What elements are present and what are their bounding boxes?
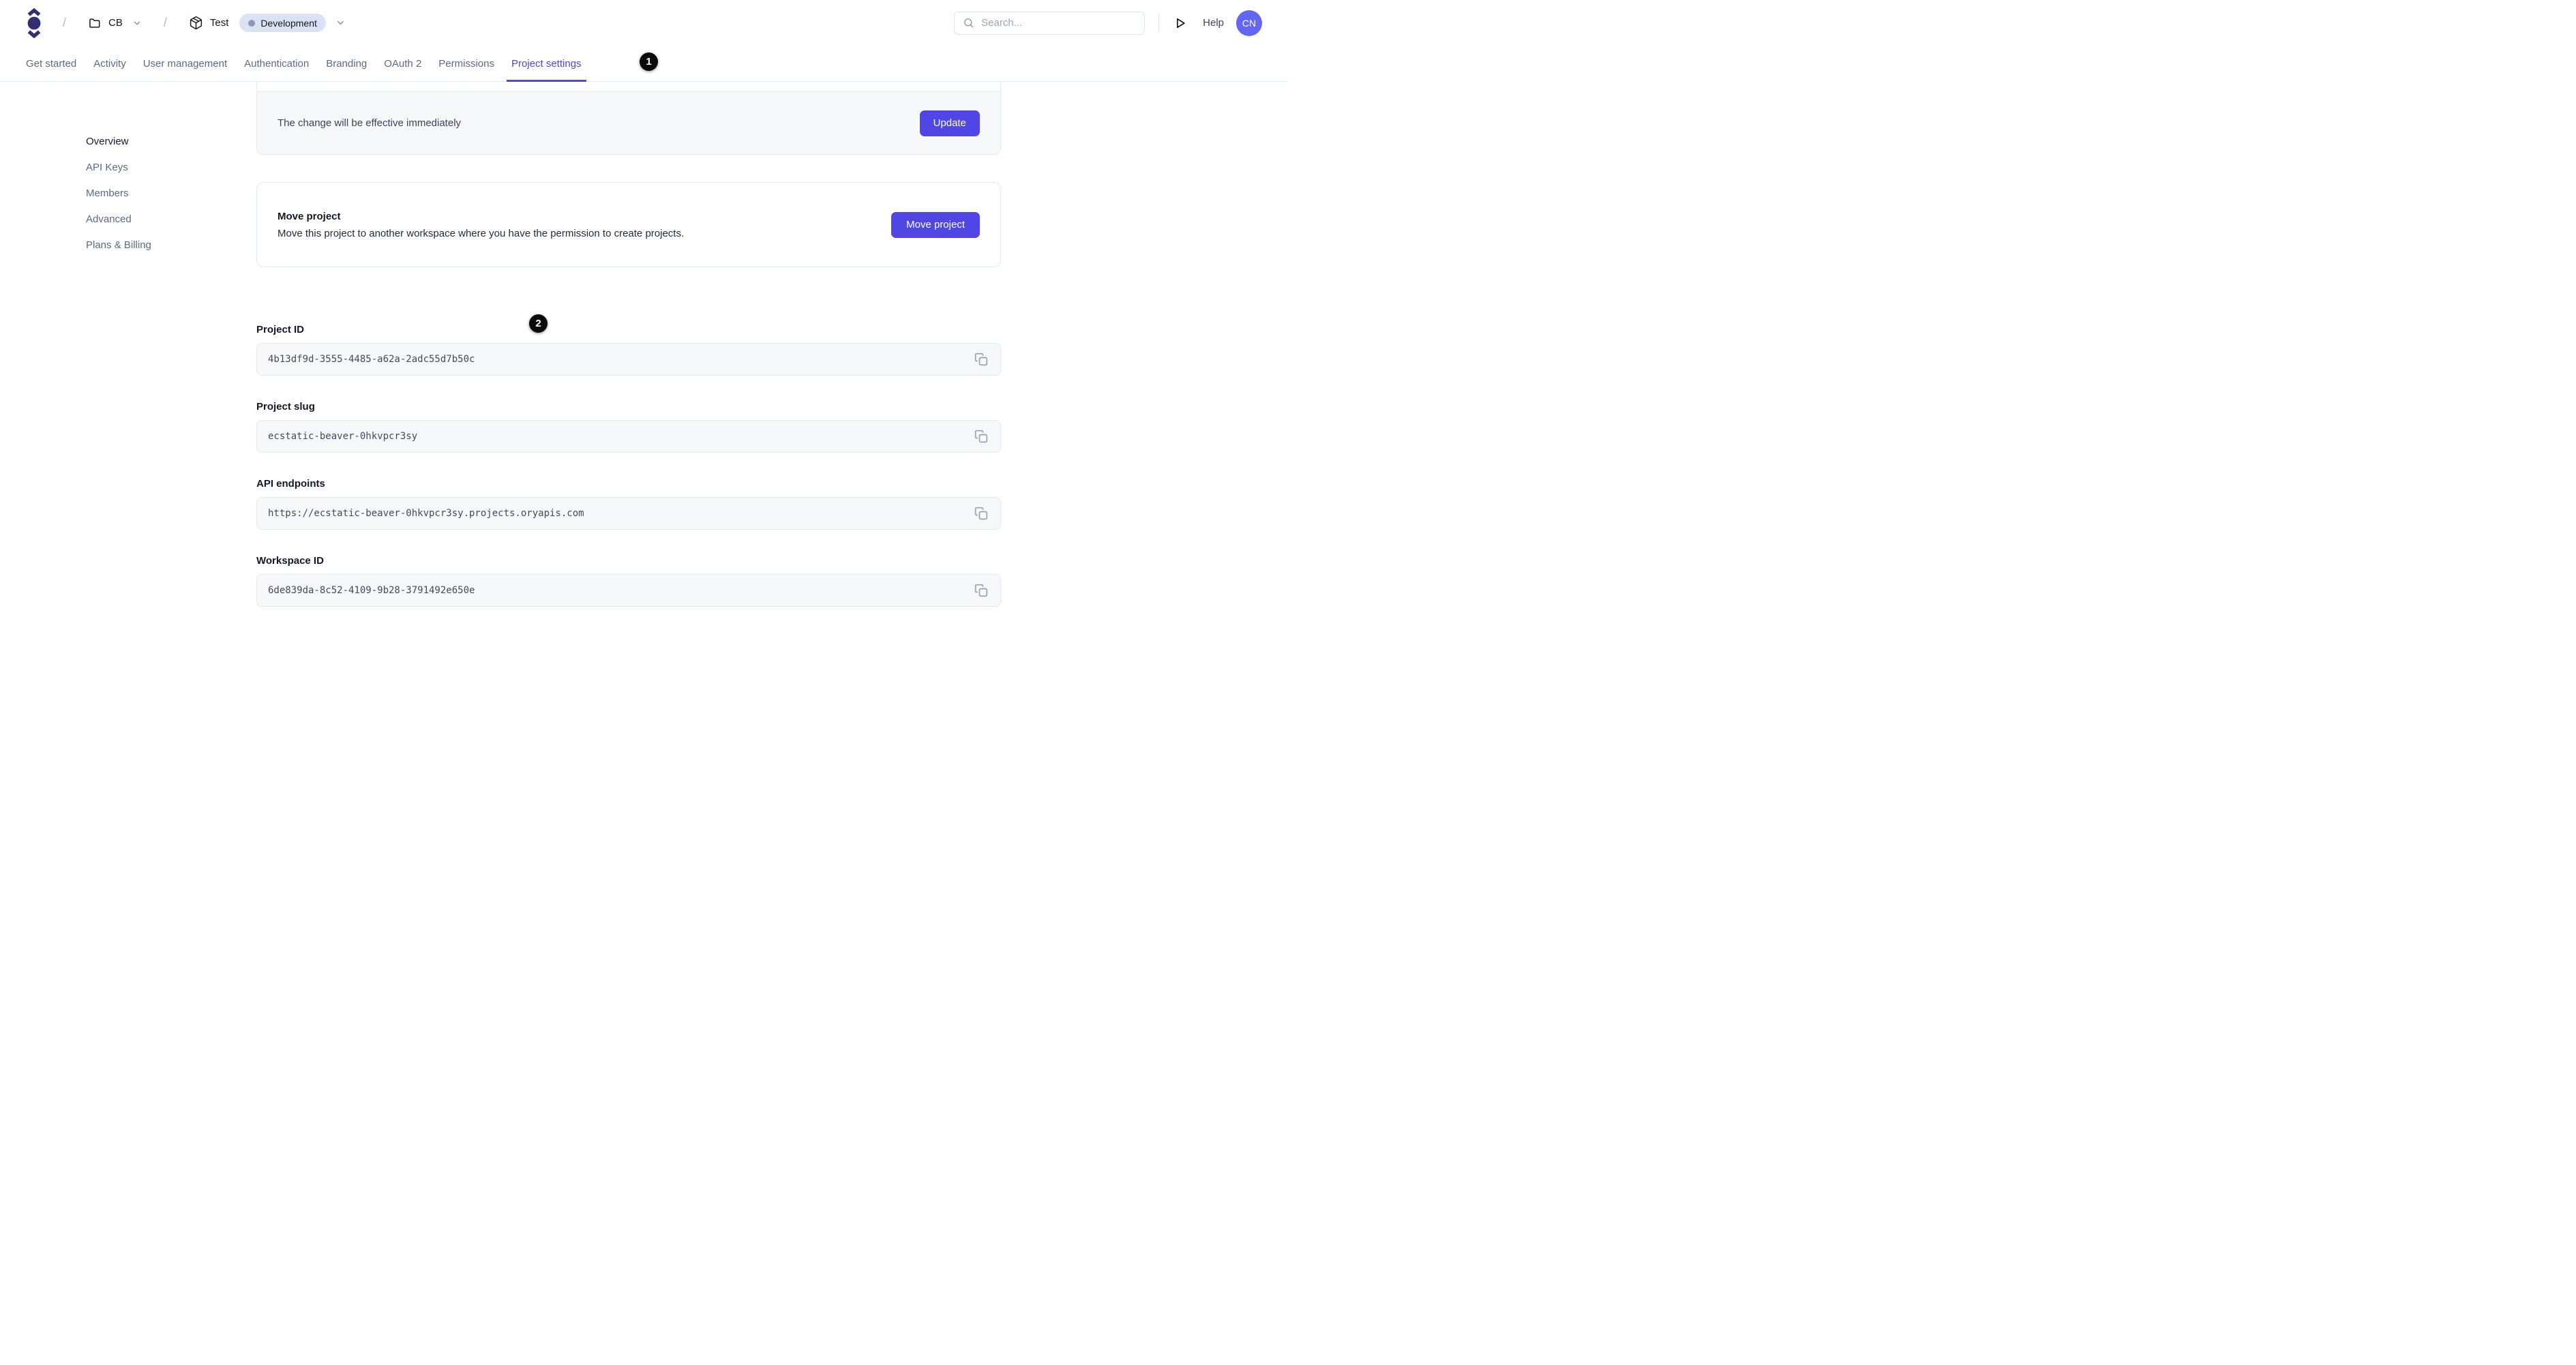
field-value-box: https://ecstatic-beaver-0hkvpcr3sy.proje…	[256, 497, 1001, 530]
sidebar-item-members[interactable]: Members	[86, 187, 209, 200]
sidebar-item-api-keys[interactable]: API Keys	[86, 161, 209, 175]
environment-dot-icon	[248, 19, 256, 27]
project-name: Test	[209, 17, 229, 29]
avatar[interactable]: CN	[1236, 10, 1262, 36]
ory-logo-icon	[27, 7, 41, 38]
play-icon	[1173, 16, 1187, 30]
copy-icon	[974, 430, 988, 443]
field-workspace-id: Workspace ID 6de839da-8c52-4109-9b28-379…	[256, 554, 1001, 607]
settings-sidebar: Overview API Keys Members Advanced Plans…	[86, 135, 209, 265]
help-link[interactable]: Help	[1203, 17, 1224, 29]
search-icon	[963, 17, 974, 29]
field-value: ecstatic-beaver-0hkvpcr3sy	[268, 431, 418, 442]
copy-button[interactable]	[973, 351, 989, 368]
field-project-id: Project ID 4b13df9d-3555-4485-a62a-2adc5…	[256, 323, 1001, 376]
field-label: Workspace ID	[256, 555, 324, 567]
tab-activity[interactable]: Activity	[93, 46, 126, 81]
field-value-box: ecstatic-beaver-0hkvpcr3sy	[256, 420, 1001, 453]
project-selector[interactable]: Test Development	[189, 14, 346, 32]
main-content: The change will be effective immediately…	[256, 82, 1001, 607]
copy-button[interactable]	[973, 428, 989, 445]
breadcrumb-separator: /	[63, 16, 67, 29]
environment-badge: Development	[239, 14, 326, 32]
chevron-down-icon	[335, 18, 346, 28]
update-card-message: The change will be effective immediately	[278, 117, 462, 129]
move-project-title: Move project	[278, 210, 341, 222]
header: / CB / Test Development Search... Help C…	[0, 0, 1288, 46]
copy-button[interactable]	[973, 582, 989, 599]
search-input[interactable]	[981, 17, 1137, 29]
search-box[interactable]	[954, 11, 1145, 35]
move-project-text: Move project Move this project to anothe…	[278, 211, 684, 239]
update-card-body	[257, 82, 1000, 92]
copy-icon	[974, 507, 988, 520]
chevron-down-icon	[132, 18, 142, 28]
environment-label: Development	[260, 17, 317, 29]
field-label: Project ID	[256, 324, 305, 335]
header-divider	[1158, 14, 1160, 32]
annotation-badge-1: 1	[640, 52, 658, 71]
workspace-selector[interactable]: CB	[88, 16, 142, 30]
ory-console-page: / CB / Test Development Search... Help C…	[0, 0, 1288, 682]
tab-branding[interactable]: Branding	[326, 46, 367, 81]
tab-permissions[interactable]: Permissions	[438, 46, 494, 81]
sidebar-item-advanced[interactable]: Advanced	[86, 213, 209, 226]
update-button[interactable]: Update	[919, 110, 980, 136]
copy-icon	[974, 584, 988, 597]
field-label: API endpoints	[256, 478, 325, 490]
tab-get-started[interactable]: Get started	[26, 46, 76, 81]
ory-logo[interactable]	[27, 7, 41, 39]
field-api-endpoints: API endpoints https://ecstatic-beaver-0h…	[256, 477, 1001, 530]
field-value-box: 6de839da-8c52-4109-9b28-3791492e650e	[256, 574, 1001, 607]
copy-icon	[974, 352, 988, 366]
field-value-box: 4b13df9d-3555-4485-a62a-2adc55d7b50c	[256, 343, 1001, 376]
copy-button[interactable]	[973, 505, 989, 522]
run-button[interactable]	[1173, 16, 1187, 30]
move-project-card: Move project Move this project to anothe…	[256, 182, 1001, 267]
workspace-name: CB	[108, 17, 123, 29]
field-project-slug: Project slug ecstatic-beaver-0hkvpcr3sy	[256, 400, 1001, 453]
folder-icon	[88, 16, 102, 30]
move-project-description: Move this project to another workspace w…	[278, 227, 685, 239]
tab-user-management[interactable]: User management	[143, 46, 227, 81]
sidebar-item-overview[interactable]: Overview	[86, 135, 209, 149]
field-label: Project slug	[256, 401, 315, 412]
field-value: https://ecstatic-beaver-0hkvpcr3sy.proje…	[268, 508, 584, 519]
project-fields: Project ID 4b13df9d-3555-4485-a62a-2adc5…	[256, 323, 1001, 607]
tab-authentication[interactable]: Authentication	[244, 46, 309, 81]
tab-oauth2[interactable]: OAuth 2	[384, 46, 421, 81]
update-card: The change will be effective immediately…	[256, 82, 1001, 155]
field-value: 4b13df9d-3555-4485-a62a-2adc55d7b50c	[268, 354, 475, 365]
update-card-footer: The change will be effective immediately…	[257, 92, 1000, 154]
annotation-badge-2: 2	[529, 314, 548, 333]
package-icon	[189, 16, 203, 30]
breadcrumb-separator: /	[163, 16, 167, 29]
tab-project-settings[interactable]: Project settings	[507, 46, 586, 82]
sidebar-item-plans-billing[interactable]: Plans & Billing	[86, 239, 209, 252]
move-project-button[interactable]: Move project	[891, 211, 980, 238]
field-value: 6de839da-8c52-4109-9b28-3791492e650e	[268, 585, 475, 596]
